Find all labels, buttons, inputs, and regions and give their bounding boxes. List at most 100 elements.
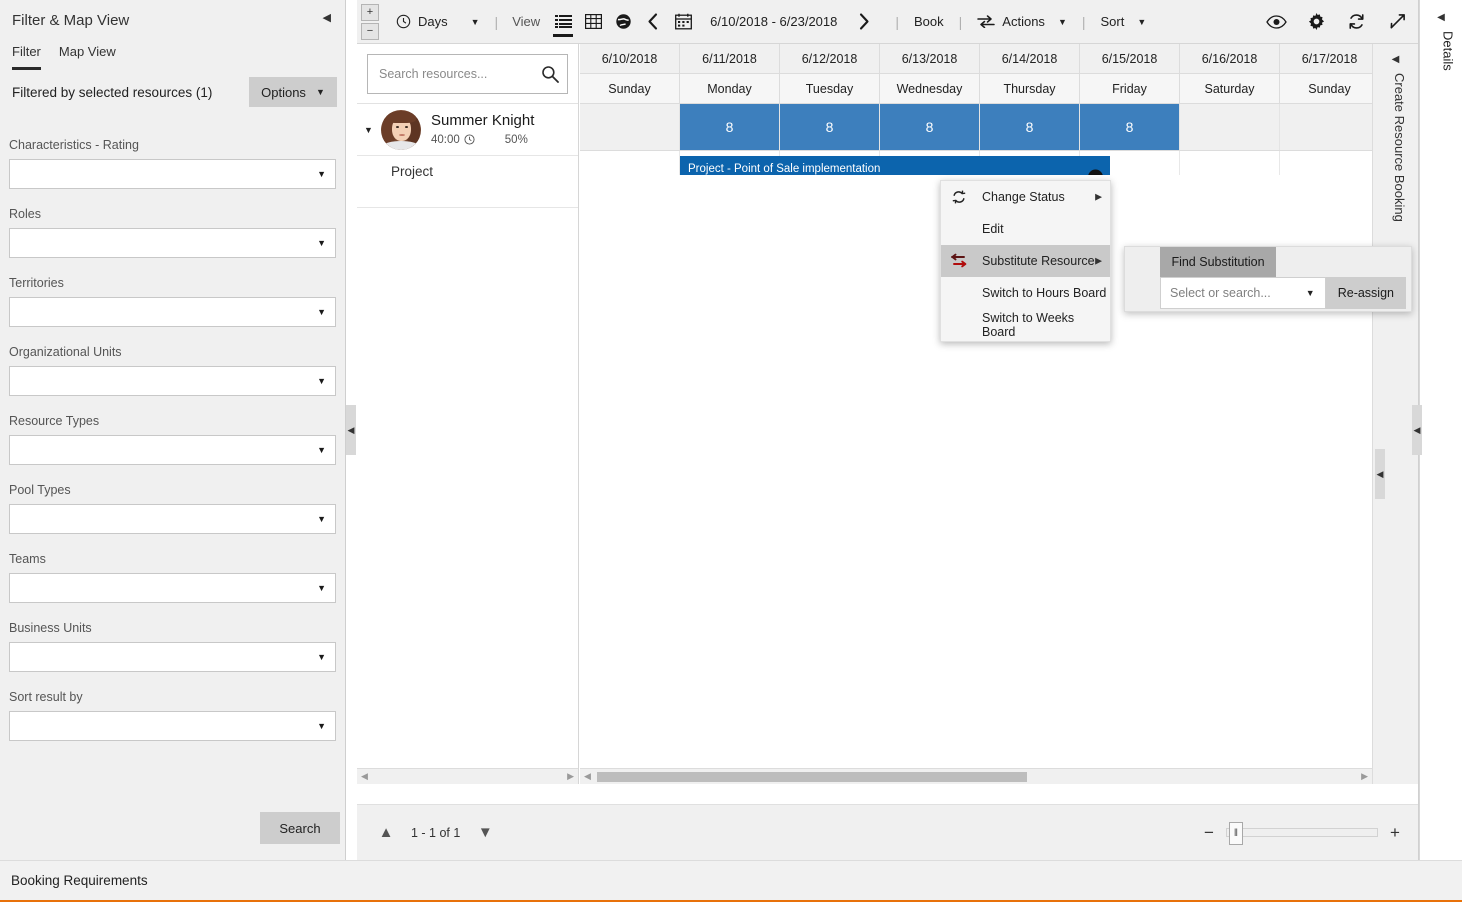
eye-icon[interactable] [1256,0,1296,44]
context-menu-item-edit[interactable]: Edit [941,213,1110,245]
expand-icon[interactable] [1376,0,1418,44]
sort-result-by-select[interactable]: ▼ [9,711,336,741]
zoom-out-button[interactable]: − [1200,823,1218,843]
resource-sub-row-project[interactable]: Project [357,156,578,208]
board-footer: ▲ 1 - 1 of 1 ▼ − ‖ + ▲ [357,804,1418,876]
chevron-up-icon[interactable]: ▲ [371,824,401,841]
organizational-units-select[interactable]: ▼ [9,366,336,396]
zoom-slider-thumb[interactable]: ‖ [1229,822,1243,845]
sort-label: Sort [1100,14,1125,29]
chevron-down-icon: ▼ [317,583,326,593]
business-units-select[interactable]: ▼ [9,642,336,672]
tab-filter[interactable]: Filter [12,44,41,70]
book-button[interactable]: Book [905,0,953,44]
context-menu-item-substitute-resource[interactable]: Substitute Resource ▶ [941,245,1110,277]
capacity-cell[interactable]: 8 [880,104,980,150]
gear-icon[interactable] [1296,0,1336,44]
roles-select[interactable]: ▼ [9,228,336,258]
pool-types-select[interactable]: ▼ [9,504,336,534]
resource-types-select[interactable]: ▼ [9,435,336,465]
chevron-left-icon[interactable]: ◀ [1373,44,1418,65]
options-button[interactable]: Options ▼ [249,77,337,107]
chevron-left-icon[interactable]: ◀ [1420,0,1462,23]
capacity-cell[interactable] [580,104,680,150]
empty-icon-slot [941,213,977,245]
chevron-down-icon: ▼ [317,169,326,179]
details-strip: ◀ Details [1419,0,1462,860]
options-button-label: Options [261,84,306,100]
next-period-button[interactable] [849,0,879,44]
territories-select[interactable]: ▼ [9,297,336,327]
board-collapse-handle[interactable]: ◀ [1375,449,1385,499]
globe-view-icon[interactable] [608,0,638,44]
scrollbar-thumb[interactable] [596,771,1027,782]
context-menu-item-switch-to-hours-board[interactable]: Switch to Hours Board [941,277,1110,309]
chevron-down-icon: ▼ [317,445,326,455]
time-scale-selector[interactable]: Days ▼ [387,0,489,44]
chevron-down-icon[interactable]: ▼ [470,824,500,841]
filter-field-organizational-units: Organizational Units ▼ [9,345,336,396]
reassign-button[interactable]: Re-assign [1325,277,1406,309]
capacity-cell[interactable]: 8 [780,104,880,150]
grid-hscrollbar[interactable]: ◀ ▶ [580,768,1372,784]
capacity-cell[interactable]: 8 [1080,104,1180,150]
resource-column-hscrollbar[interactable]: ◀ ▶ [357,768,578,784]
resource-hours: 40:00 [431,133,460,146]
capacity-cell[interactable]: 8 [680,104,780,150]
resource-column: ▼ Summer Knight 40:00 [357,44,579,784]
zoom-out-stepper[interactable]: − [361,22,379,40]
capacity-cell[interactable]: 8 [980,104,1080,150]
details-collapse-handle[interactable]: ◀ [1412,405,1422,455]
filter-field-business-units: Business Units ▼ [9,621,336,672]
resource-name: Summer Knight [431,112,535,130]
actions-label: Actions [1002,14,1045,29]
search-resources-input[interactable] [377,55,531,93]
substitution-resource-select[interactable]: Select or search... ▼ [1160,277,1326,309]
schedule-grid: 6/10/2018 6/11/2018 6/12/2018 6/13/2018 … [580,44,1372,784]
search-resources-field[interactable] [367,54,568,94]
booking-requirements-label[interactable]: Booking Requirements [11,873,148,888]
filter-fields-list: Characteristics - Rating ▼ Roles ▼ Terri… [0,130,345,800]
context-menu-item-switch-to-weeks-board[interactable]: Switch to Weeks Board [941,309,1110,341]
previous-period-button[interactable] [638,0,668,44]
find-substitution-submenu: Find Substitution Select or search... ▼ … [1124,246,1412,312]
chevron-right-icon: ▶ [1095,191,1102,202]
filter-panel-collapse-handle[interactable]: ◀ [346,405,356,455]
calendar-icon[interactable] [668,0,698,44]
context-menu-item-change-status[interactable]: Change Status ▶ [941,181,1110,213]
capacity-cell[interactable] [1280,104,1372,150]
resource-row-summer-knight[interactable]: ▼ Summer Knight 40:00 50% [357,104,578,156]
characteristics-rating-select[interactable]: ▼ [9,159,336,189]
details-label[interactable]: Details [1427,31,1456,71]
scroll-right-arrow-icon[interactable]: ▶ [567,771,574,782]
zoom-slider-track[interactable]: ‖ [1226,822,1378,845]
tab-map-view-label: Map View [58,44,116,59]
caret-down-icon[interactable]: ▼ [364,125,373,135]
search-button[interactable]: Search [260,812,340,844]
grid-date-cell: 6/11/2018 [680,44,780,74]
table-view-icon[interactable] [578,0,608,44]
tab-map-view[interactable]: Map View [59,44,116,70]
scheduling-board: + − Days ▼ | View 6/10/2018 - 6/23/2018 … [357,0,1419,876]
application-window: Filter & Map View ◀ Filter Map View Filt… [0,0,1462,902]
scroll-left-arrow-icon[interactable]: ◀ [361,771,368,782]
create-resource-booking-label[interactable]: Create Resource Booking [1384,73,1407,222]
refresh-icon[interactable] [1336,0,1376,44]
actions-menu-button[interactable]: Actions ▼ [968,0,1076,44]
teams-select[interactable]: ▼ [9,573,336,603]
search-icon[interactable] [541,65,559,83]
resource-sub-row-label: Project [391,164,434,179]
scroll-left-arrow-icon[interactable]: ◀ [584,771,591,782]
zoom-in-button[interactable]: + [1386,823,1404,843]
sort-menu-button[interactable]: Sort ▼ [1092,0,1156,44]
grid-date-cell: 6/13/2018 [880,44,980,74]
context-menu-item-label: Change Status [982,190,1065,204]
scroll-right-arrow-icon[interactable]: ▶ [1361,771,1368,782]
filter-field-characteristics-rating: Characteristics - Rating ▼ [9,138,336,189]
list-view-icon[interactable] [548,0,578,44]
zoom-in-stepper[interactable]: + [361,3,379,21]
find-substitution-body: Select or search... ▼ Re-assign [1160,277,1406,309]
capacity-cell[interactable] [1180,104,1280,150]
chevron-left-icon[interactable]: ◀ [323,13,331,24]
date-range-label[interactable]: 6/10/2018 - 6/23/2018 [698,14,849,29]
